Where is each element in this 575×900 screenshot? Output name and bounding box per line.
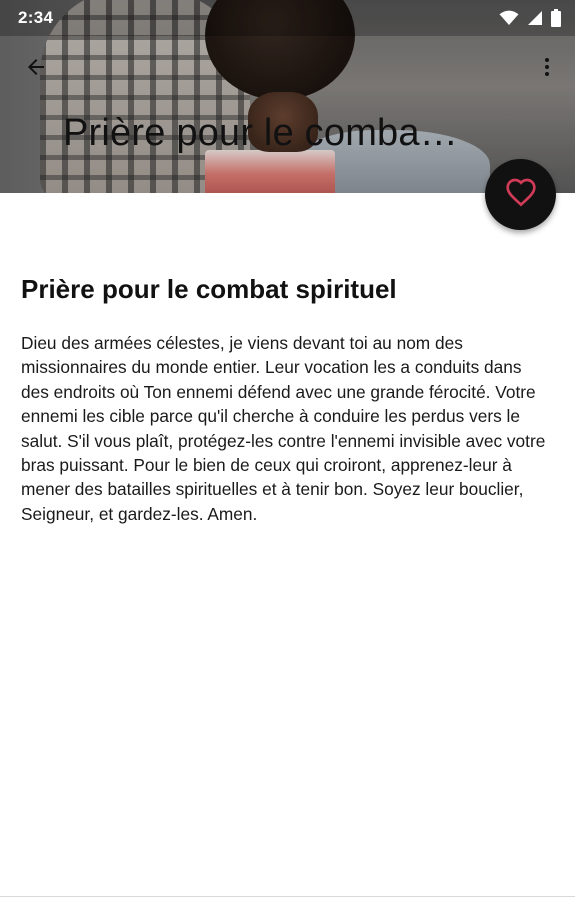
favorite-button[interactable] <box>485 159 556 230</box>
more-vert-icon <box>535 55 559 84</box>
back-button[interactable] <box>14 47 58 91</box>
heart-outline-icon <box>505 177 537 212</box>
status-icons <box>499 9 561 27</box>
battery-icon <box>551 9 561 27</box>
prayer-detail-screen: 2:34 Prière pour le comba… Prière pour l… <box>0 0 575 900</box>
prayer-body: Dieu des armées célestes, je viens devan… <box>21 333 546 524</box>
toolbar-title: Prière pour le comba… <box>63 112 458 154</box>
more-options-button[interactable] <box>525 47 569 91</box>
prayer-content: Prière pour le combat spirituel Dieu des… <box>21 270 546 526</box>
prayer-title: Prière pour le combat spirituel <box>21 274 397 304</box>
status-bar: 2:34 <box>0 0 575 36</box>
wifi-icon <box>499 10 519 26</box>
signal-icon <box>527 10 543 26</box>
bottom-divider <box>0 896 575 897</box>
status-time: 2:34 <box>18 8 54 27</box>
arrow-back-icon <box>24 55 48 84</box>
